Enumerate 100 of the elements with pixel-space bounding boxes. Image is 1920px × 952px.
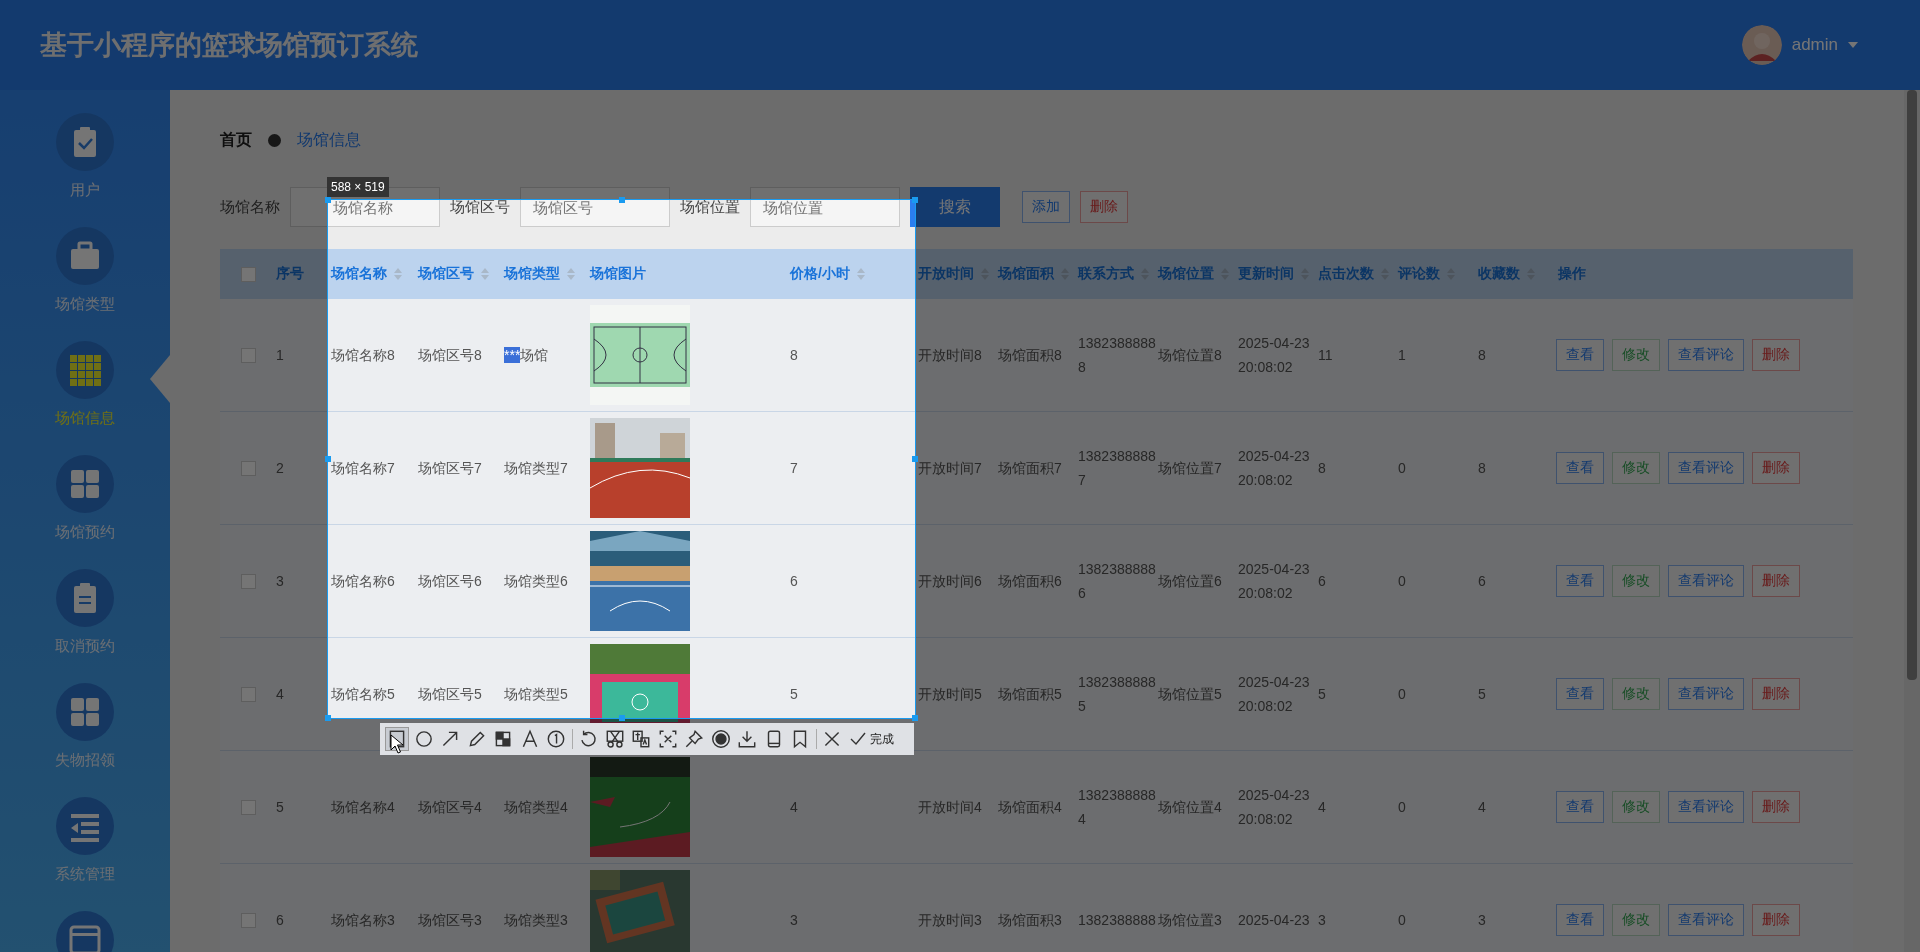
view-button[interactable]: 查看: [1556, 678, 1604, 710]
view-button[interactable]: 查看: [1556, 565, 1604, 597]
table-cell-text: 场馆位置7: [1158, 459, 1222, 478]
resize-handle[interactable]: [912, 456, 918, 462]
sidebar-item[interactable]: 用户: [0, 113, 170, 227]
edit-button[interactable]: 修改: [1612, 339, 1660, 371]
sort-icon[interactable]: [567, 268, 575, 280]
table-cell-text: 3: [276, 572, 284, 591]
sidebar-item[interactable]: 场馆类型: [0, 227, 170, 341]
column-header[interactable]: 场馆名称: [331, 265, 402, 283]
translate-icon[interactable]: [630, 728, 652, 750]
delete-button[interactable]: 删除: [1752, 452, 1800, 484]
delete-button[interactable]: 删除: [1080, 191, 1128, 223]
column-header[interactable]: 价格/小时: [790, 265, 865, 283]
sidebar-item[interactable]: 失物招领: [0, 683, 170, 797]
table-cell-text: 0: [1398, 459, 1406, 478]
table-cell-text: 2025-04-23 20:08:02: [1238, 560, 1311, 603]
table-cell-text: 6: [1318, 572, 1326, 591]
column-header[interactable]: 场馆位置: [1158, 265, 1229, 283]
delete-button[interactable]: 删除: [1752, 904, 1800, 936]
sidebar-item[interactable]: 取消预约: [0, 569, 170, 683]
table-cell-text: 场馆名称6: [331, 572, 395, 591]
column-header[interactable]: 评论数: [1398, 265, 1455, 283]
resize-handle[interactable]: [325, 456, 331, 462]
column-header[interactable]: 联系方式: [1078, 265, 1149, 283]
sidebar-item[interactable]: 场馆预约: [0, 455, 170, 569]
table-cell-text: 5: [1318, 685, 1326, 704]
download-icon[interactable]: [736, 728, 758, 750]
column-header[interactable]: 场馆面积: [998, 265, 1069, 283]
edit-button[interactable]: 修改: [1612, 678, 1660, 710]
table-cell-text: 场馆位置5: [1158, 685, 1222, 704]
grid-icon: [67, 352, 103, 388]
checkbox[interactable]: [240, 266, 256, 282]
view-button[interactable]: 查看评论: [1668, 904, 1744, 936]
table-cell-text: 4: [1318, 798, 1326, 817]
done-button[interactable]: 完成: [847, 729, 894, 749]
sidebar-label: 系统管理: [55, 865, 115, 884]
sidebar-item[interactable]: 场馆信息: [0, 341, 170, 455]
sidebar-item[interactable]: 系统管理: [0, 797, 170, 911]
search-button[interactable]: 搜索: [910, 187, 1000, 227]
edit-button[interactable]: 修改: [1612, 565, 1660, 597]
view-button[interactable]: 查看: [1556, 339, 1604, 371]
column-header[interactable]: 场馆类型: [504, 265, 575, 283]
avatar-icon[interactable]: [1741, 25, 1782, 65]
table-cell-text: 3: [790, 911, 798, 930]
view-button[interactable]: 查看评论: [1668, 678, 1744, 710]
add-button[interactable]: 添加: [1022, 191, 1070, 223]
column-header[interactable]: 收藏数: [1478, 265, 1535, 283]
column-header[interactable]: 序号: [276, 265, 304, 283]
resize-handle[interactable]: [912, 715, 918, 721]
resize-handle[interactable]: [618, 197, 625, 203]
field-label: 场馆名称: [220, 197, 280, 217]
user-name[interactable]: admin: [1791, 35, 1838, 55]
table-cell-text: 开放时间7: [918, 459, 982, 478]
resize-handle[interactable]: [325, 197, 331, 203]
sidebar-label: 失物招领: [55, 751, 115, 770]
table-cell-text: 场馆类型4: [504, 798, 568, 817]
edit-button[interactable]: 修改: [1612, 452, 1660, 484]
column-header[interactable]: 操作: [1558, 265, 1586, 283]
view-button[interactable]: 查看: [1556, 452, 1604, 484]
delete-button[interactable]: 删除: [1752, 339, 1800, 371]
resize-handle[interactable]: [618, 715, 625, 721]
pin-icon[interactable]: [683, 728, 705, 750]
table-cell-text: 2025-04-23 20:08:02: [1238, 786, 1311, 829]
number-icon[interactable]: [545, 728, 567, 750]
delete-button[interactable]: 删除: [1752, 565, 1800, 597]
delete-button[interactable]: 删除: [1752, 791, 1800, 823]
edit-button[interactable]: 修改: [1612, 904, 1660, 936]
app-title: 基于小程序的篮球场馆预订系统: [40, 29, 418, 62]
sort-icon[interactable]: [394, 268, 402, 280]
table-cell-text: 场馆名称8: [331, 346, 395, 365]
column-header[interactable]: 场馆区号: [418, 265, 489, 283]
resize-handle[interactable]: [912, 197, 918, 203]
column-header[interactable]: 点击次数: [1318, 265, 1389, 283]
sort-icon[interactable]: [481, 268, 489, 280]
column-header[interactable]: 更新时间: [1238, 265, 1309, 283]
view-button[interactable]: 查看评论: [1668, 339, 1744, 371]
view-button[interactable]: 查看评论: [1668, 452, 1744, 484]
column-header[interactable]: 场馆图片: [590, 265, 646, 283]
breadcrumb-link[interactable]: 场馆信息: [297, 129, 361, 151]
scrollbar[interactable]: [1904, 90, 1920, 952]
table-cell-text: 2025-04-23 20:08:02: [1238, 334, 1311, 377]
table-cell-text: 13823888887: [1078, 447, 1156, 490]
caret-icon[interactable]: [1848, 42, 1858, 48]
view-button[interactable]: 查看: [1556, 904, 1604, 936]
resize-handle[interactable]: [325, 715, 331, 721]
table-cell-text: 6: [276, 911, 284, 930]
delete-button[interactable]: 删除: [1752, 678, 1800, 710]
table-cell-text: 1: [1398, 346, 1406, 365]
edit-button[interactable]: 修改: [1612, 791, 1660, 823]
sort-icon[interactable]: [856, 268, 865, 280]
search-field[interactable]: 场馆区号: [520, 187, 670, 227]
view-button[interactable]: 查看评论: [1668, 565, 1744, 597]
view-button[interactable]: 查看评论: [1668, 791, 1744, 823]
breadcrumb-link[interactable]: 首页: [220, 129, 252, 151]
record-icon[interactable]: [709, 728, 732, 750]
table-cell-text: 13823888885: [1078, 673, 1156, 716]
view-button[interactable]: 查看: [1556, 791, 1604, 823]
search-field[interactable]: 场馆位置: [750, 187, 900, 227]
column-header[interactable]: 开放时间: [918, 265, 989, 283]
